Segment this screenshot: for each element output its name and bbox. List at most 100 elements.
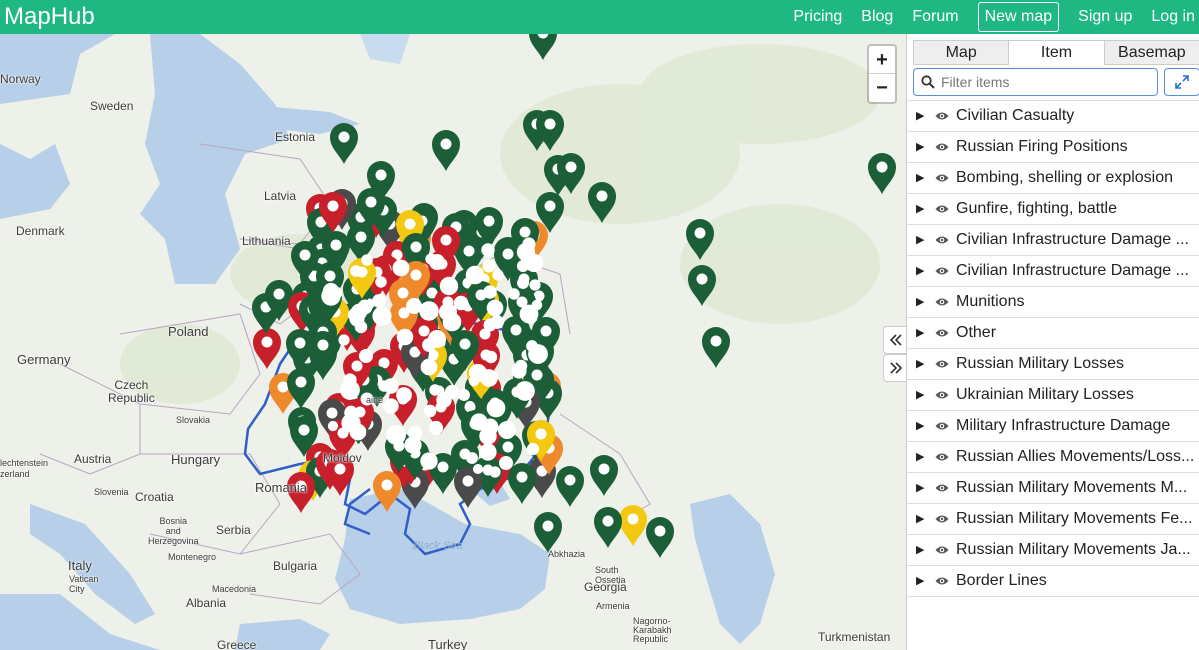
layer-item[interactable]: ▶ Civilian Infrastructure Damage ... <box>907 225 1199 256</box>
zoom-in-button[interactable]: + <box>869 46 895 74</box>
nav-forum[interactable]: Forum <box>912 2 958 32</box>
expand-triangle-icon[interactable]: ▶ <box>916 473 924 503</box>
eye-icon[interactable] <box>935 545 949 555</box>
map-pin-icon[interactable] <box>330 123 358 164</box>
expand-triangle-icon[interactable]: ▶ <box>916 132 924 162</box>
new-map-button[interactable]: New map <box>977 2 1060 32</box>
map-pin-icon[interactable] <box>594 507 622 548</box>
map-pin-icon[interactable] <box>253 328 281 369</box>
label-bulgaria: Bulgaria <box>273 559 318 573</box>
layer-item[interactable]: ▶ Russian Military Movements M... <box>907 473 1199 504</box>
layer-item[interactable]: ▶ Russian Allies Movements/Loss... <box>907 442 1199 473</box>
tab-basemap[interactable]: Basemap <box>1104 40 1199 65</box>
label-montenegro: Montenegro <box>168 552 217 562</box>
zoom-control: + − <box>867 44 897 104</box>
expand-triangle-icon[interactable]: ▶ <box>916 535 924 565</box>
label-sweden: Sweden <box>90 99 134 113</box>
eye-icon[interactable] <box>935 576 949 586</box>
expand-triangle-icon[interactable]: ▶ <box>916 442 924 472</box>
double-chevron-left-icon <box>889 334 902 346</box>
expand-triangle-icon[interactable]: ▶ <box>916 318 924 348</box>
map-pin-icon[interactable] <box>287 368 315 409</box>
label-macedonia: Macedonia <box>212 584 257 594</box>
map-pin-icon[interactable] <box>702 327 730 368</box>
layer-item[interactable]: ▶ Munitions <box>907 287 1199 318</box>
expand-triangle-icon[interactable]: ▶ <box>916 101 924 131</box>
layer-item[interactable]: ▶ Other <box>907 318 1199 349</box>
eye-icon[interactable] <box>935 452 949 462</box>
cluster-dot <box>420 452 438 470</box>
eye-icon[interactable] <box>935 235 949 245</box>
eye-icon[interactable] <box>935 328 949 338</box>
expand-triangle-icon[interactable]: ▶ <box>916 194 924 224</box>
cluster-dot <box>372 294 386 308</box>
map-canvas[interactable]: Norway Sweden Estonia Latvia Denmark Lit… <box>0 34 906 650</box>
layer-item[interactable]: ▶ Civilian Infrastructure Damage ... <box>907 256 1199 287</box>
cluster-dot <box>426 302 438 314</box>
layer-item-label: Civilian Casualty <box>956 107 1075 124</box>
layer-item[interactable]: ▶ Military Infrastructure Damage <box>907 411 1199 442</box>
label-germany: Germany <box>17 352 71 367</box>
expand-triangle-icon[interactable]: ▶ <box>916 163 924 193</box>
layer-item[interactable]: ▶ Bombing, shelling or explosion <box>907 163 1199 194</box>
map-pin-icon[interactable] <box>868 153 896 194</box>
expand-triangle-icon[interactable]: ▶ <box>916 349 924 379</box>
layer-item[interactable]: ▶ Border Lines <box>907 566 1199 597</box>
expand-triangle-icon[interactable]: ▶ <box>916 411 924 441</box>
eye-icon[interactable] <box>935 390 949 400</box>
nav-log-in[interactable]: Log in <box>1151 2 1195 32</box>
nav-blog[interactable]: Blog <box>861 2 893 32</box>
top-navbar: MapHub Pricing Blog Forum New map Sign u… <box>0 0 1199 34</box>
map-pin-icon[interactable] <box>508 463 536 504</box>
tab-item[interactable]: Item <box>1009 40 1105 65</box>
expand-triangle-icon[interactable]: ▶ <box>916 287 924 317</box>
tab-map[interactable]: Map <box>913 40 1010 65</box>
map-pin-icon[interactable] <box>590 455 618 496</box>
eye-icon[interactable] <box>935 204 949 214</box>
zoom-out-button[interactable]: − <box>869 74 895 102</box>
map-pin-icon[interactable] <box>556 466 584 507</box>
cluster-dot <box>396 328 414 346</box>
layer-item[interactable]: ▶ Russian Firing Positions <box>907 132 1199 163</box>
expand-triangle-icon[interactable]: ▶ <box>916 225 924 255</box>
eye-icon[interactable] <box>935 173 949 183</box>
expand-all-button[interactable] <box>1164 68 1199 96</box>
cluster-dot <box>375 276 387 288</box>
eye-icon[interactable] <box>935 111 949 121</box>
cluster-dot <box>516 242 536 262</box>
expand-triangle-icon[interactable]: ▶ <box>916 256 924 286</box>
expand-triangle-icon[interactable]: ▶ <box>916 504 924 534</box>
nav-sign-up[interactable]: Sign up <box>1078 2 1132 32</box>
cluster-dot <box>386 425 406 445</box>
eye-icon[interactable] <box>935 514 949 524</box>
eye-icon[interactable] <box>935 297 949 307</box>
brand-logo[interactable]: MapHub <box>4 2 95 32</box>
eye-icon[interactable] <box>935 359 949 369</box>
eye-icon[interactable] <box>935 421 949 431</box>
expand-triangle-icon[interactable]: ▶ <box>916 380 924 410</box>
sidebar-tabs: Map Item Basemap <box>913 40 1199 65</box>
eye-icon[interactable] <box>935 142 949 152</box>
cluster-dot <box>436 392 452 408</box>
layer-item[interactable]: ▶ Russian Military Losses <box>907 349 1199 380</box>
map-pin-icon[interactable] <box>619 505 647 546</box>
expand-panel-button[interactable] <box>883 354 907 382</box>
layer-item[interactable]: ▶ Russian Military Movements Ja... <box>907 535 1199 566</box>
cluster-dot <box>444 305 456 317</box>
collapse-panel-button[interactable] <box>883 326 907 354</box>
map-pin-icon[interactable] <box>646 517 674 558</box>
layer-item[interactable]: ▶ Russian Military Movements Fe... <box>907 504 1199 535</box>
cluster-dot <box>338 334 350 346</box>
map-pin-icon[interactable] <box>432 130 460 171</box>
filter-items-input[interactable] <box>941 72 1151 92</box>
layer-item[interactable]: ▶ Civilian Casualty <box>907 101 1199 132</box>
cluster-dot <box>482 259 496 273</box>
map-base-layer <box>0 34 896 650</box>
expand-triangle-icon[interactable]: ▶ <box>916 566 924 596</box>
layer-item[interactable]: ▶ Ukrainian Military Losses <box>907 380 1199 411</box>
nav-pricing[interactable]: Pricing <box>793 2 842 32</box>
eye-icon[interactable] <box>935 266 949 276</box>
eye-icon[interactable] <box>935 483 949 493</box>
layer-item[interactable]: ▶ Gunfire, fighting, battle <box>907 194 1199 225</box>
map-pin-icon[interactable] <box>529 34 557 60</box>
